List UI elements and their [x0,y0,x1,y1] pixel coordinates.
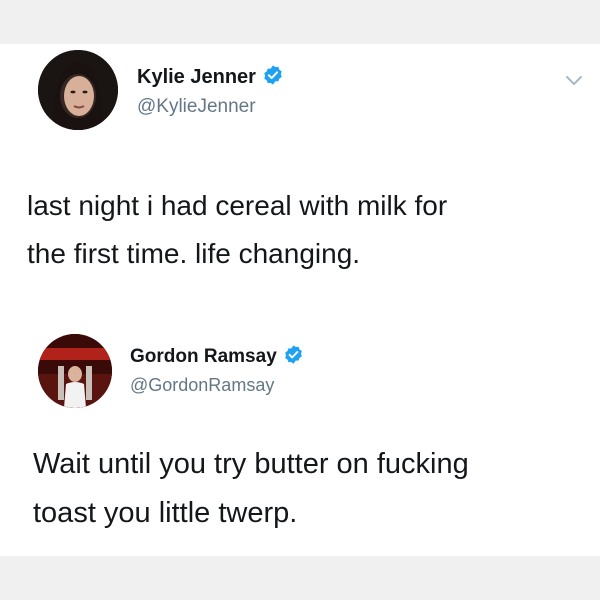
tweet-text: last night i had cereal with milk for th… [27,182,447,278]
tweet-text-line: Wait until you try butter on fucking [33,448,469,480]
tweet-text-line: last night i had cereal with milk for [27,190,448,221]
avatar-portrait-icon [38,50,118,130]
author-name[interactable]: Kylie Jenner [137,66,256,89]
tweet-text-line: the first time. life changing. [27,238,361,269]
author-name[interactable]: Gordon Ramsay [130,346,277,368]
chevron-down-icon[interactable] [565,74,583,92]
avatar[interactable] [38,334,112,408]
verified-badge-icon [262,64,284,91]
tweet-text-line: toast you little twerp. [33,497,298,529]
reply-text: Wait until you try butter on fucking toa… [33,440,469,538]
avatar[interactable] [38,50,118,130]
author-handle[interactable]: @GordonRamsay [130,375,274,396]
tweet-kylie: Kylie Jenner @KylieJenner last night i h… [0,44,600,294]
author-handle[interactable]: @KylieJenner [137,96,256,118]
verified-badge-icon [283,344,304,370]
avatar-portrait-icon [38,334,112,408]
